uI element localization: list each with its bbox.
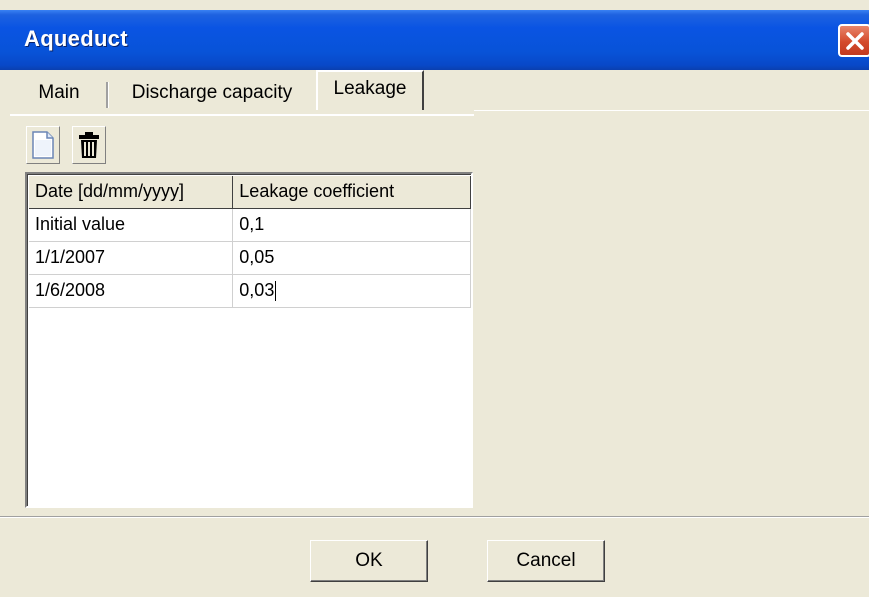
cell-leakage-coefficient-editing[interactable]: 0,03	[232, 274, 471, 308]
cell-date[interactable]: 1/1/2007	[29, 241, 234, 275]
table-row: Initial value 0,1	[29, 208, 471, 242]
tab-main[interactable]: Main	[16, 76, 102, 110]
new-document-icon	[32, 131, 54, 159]
cell-date[interactable]: Initial value	[29, 208, 234, 242]
leakage-grid[interactable]: Date [dd/mm/yyyy] Leakage coefficient In…	[25, 172, 473, 508]
tab-leakage[interactable]: Leakage	[316, 70, 424, 110]
close-button[interactable]	[838, 24, 869, 57]
window-title: Aqueduct	[24, 26, 128, 51]
column-header-leakage-coefficient[interactable]: Leakage coefficient	[232, 176, 471, 209]
table-row: 1/6/2008 0,03	[29, 274, 471, 308]
cancel-button[interactable]: Cancel	[487, 540, 605, 582]
cell-date[interactable]: 1/6/2008	[29, 274, 234, 308]
title-bar-background	[0, 10, 869, 70]
cell-leakage-coefficient[interactable]: 0,05	[232, 241, 471, 275]
leakage-table: Date [dd/mm/yyyy] Leakage coefficient In…	[29, 176, 471, 308]
trash-icon	[79, 132, 99, 158]
tab-panel-border-right	[474, 110, 869, 111]
grid-frame: Date [dd/mm/yyyy] Leakage coefficient In…	[27, 174, 471, 506]
title-bar: Aqueduct	[0, 0, 869, 85]
cell-leakage-coefficient[interactable]: 0,1	[232, 208, 471, 242]
new-row-button[interactable]	[26, 126, 60, 164]
delete-row-button[interactable]	[72, 126, 106, 164]
cell-edit-value[interactable]: 0,03	[239, 280, 274, 300]
ok-button[interactable]: OK	[310, 540, 428, 582]
tab-panel-border	[10, 114, 474, 116]
table-row: 1/1/2007 0,05	[29, 241, 471, 275]
column-header-date[interactable]: Date [dd/mm/yyyy]	[29, 176, 234, 209]
tab-separator	[106, 82, 109, 108]
footer-divider-highlight	[0, 517, 869, 518]
grid-header-row: Date [dd/mm/yyyy] Leakage coefficient	[29, 176, 471, 209]
tab-discharge-capacity[interactable]: Discharge capacity	[110, 76, 314, 110]
close-icon	[846, 32, 864, 50]
text-cursor	[275, 281, 277, 302]
